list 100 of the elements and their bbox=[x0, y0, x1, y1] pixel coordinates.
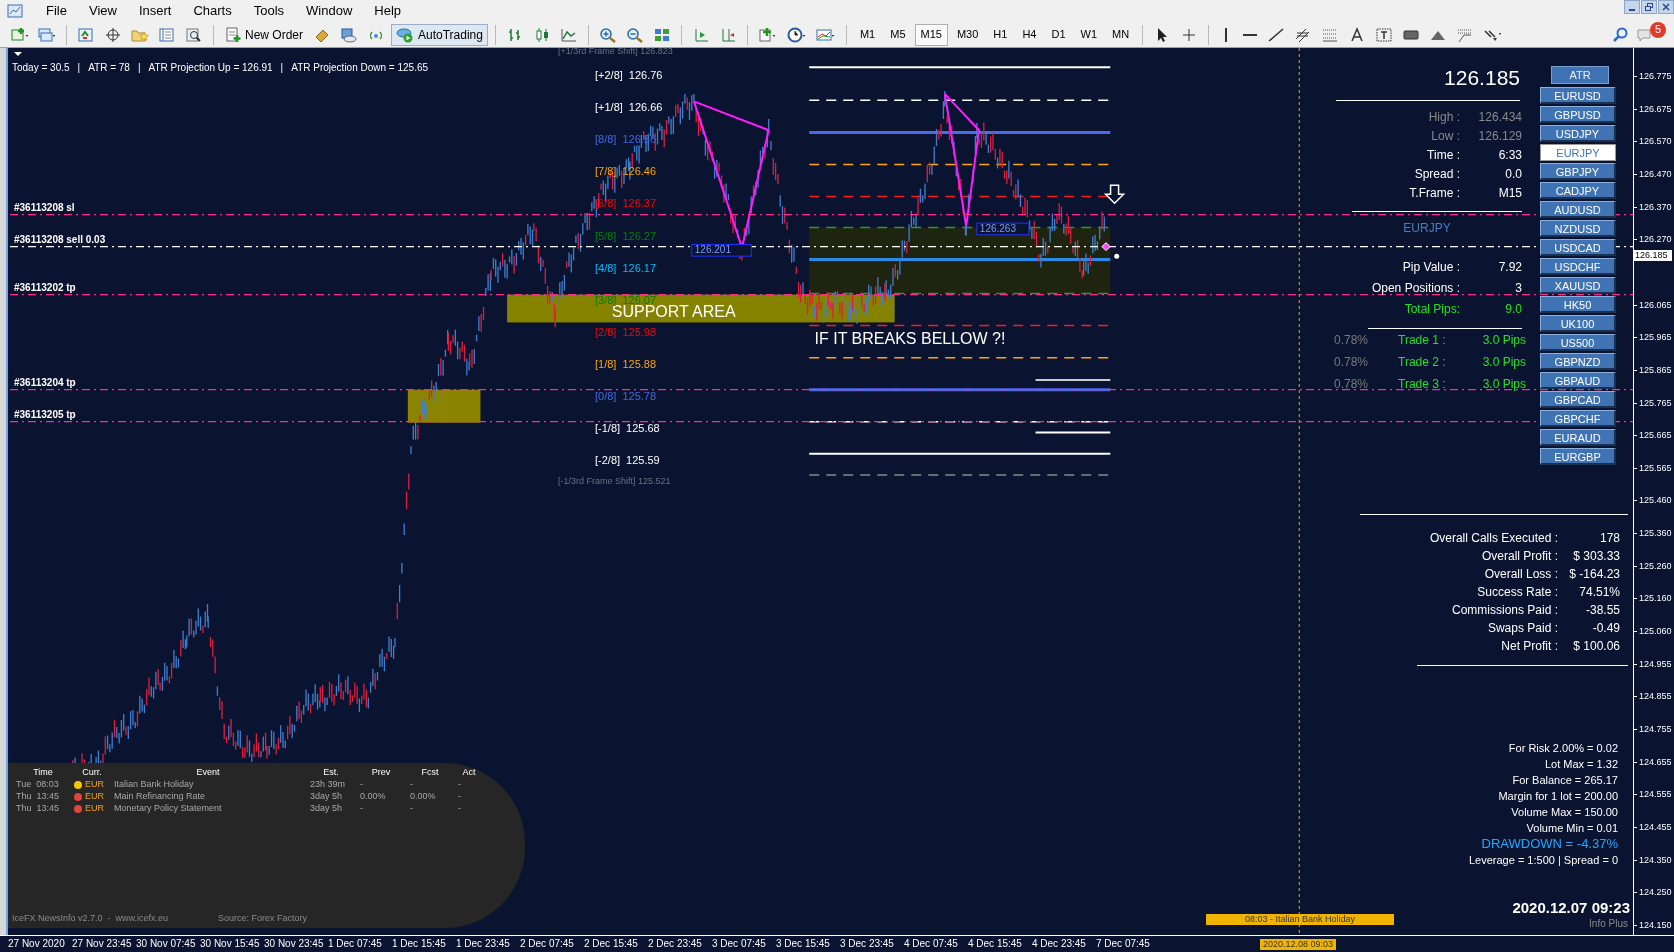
menu-item[interactable]: Window bbox=[295, 1, 364, 21]
atr-button[interactable]: ATR bbox=[1551, 66, 1609, 84]
minimize-button[interactable] bbox=[1624, 0, 1640, 14]
price-tag: 126.201 bbox=[691, 244, 752, 257]
menu-item[interactable]: Help bbox=[363, 1, 413, 21]
price-axis-label: 124.555 bbox=[1639, 789, 1672, 800]
timeframe-button[interactable]: M5 bbox=[884, 23, 912, 46]
market-watch-icon bbox=[77, 26, 95, 43]
news-value: - bbox=[359, 802, 364, 815]
order-label: #36113208 sl bbox=[14, 201, 75, 213]
symbol-button[interactable]: NZDUSD bbox=[1540, 220, 1616, 237]
time-axis-label: 1 Dec 15:45 bbox=[392, 937, 447, 951]
symbol-button[interactable]: XAUUSD bbox=[1540, 277, 1616, 294]
stat-value: 178 bbox=[1598, 530, 1620, 547]
chat-bubble-icon bbox=[1636, 27, 1652, 42]
new-order-button[interactable]: New Order bbox=[221, 23, 307, 46]
autotrading-button[interactable]: AutoTrading bbox=[391, 23, 488, 46]
time-axis-label: 1 Dec 23:45 bbox=[456, 937, 511, 951]
menu-item[interactable]: View bbox=[77, 1, 128, 21]
timeframe-button[interactable]: M15 bbox=[914, 23, 948, 46]
menu-item[interactable]: Tools bbox=[242, 1, 296, 21]
symbol-button[interactable]: USDCHF bbox=[1540, 258, 1616, 275]
symbol-button[interactable]: GBPCHF bbox=[1540, 410, 1616, 427]
price-axis-label: 125.865 bbox=[1639, 364, 1672, 375]
symbol-button[interactable]: EURUSD bbox=[1540, 87, 1616, 104]
timeframe-button[interactable]: W1 bbox=[1074, 23, 1103, 46]
menu-item[interactable]: Charts bbox=[182, 1, 243, 21]
timeframe-button[interactable]: H1 bbox=[987, 23, 1014, 46]
timeframe-button[interactable]: D1 bbox=[1045, 23, 1072, 46]
symbol-button[interactable]: USDCAD bbox=[1540, 239, 1616, 256]
restore-icon bbox=[1645, 3, 1653, 11]
symbol-button[interactable]: US500 bbox=[1540, 334, 1616, 351]
symbol-button[interactable]: GBPNZD bbox=[1540, 353, 1616, 370]
menu-item[interactable]: File bbox=[35, 1, 78, 21]
symbol-button[interactable]: GBPJPY bbox=[1540, 163, 1616, 180]
price-tag: 126.263 bbox=[976, 222, 1030, 236]
risk-reading: For Balance = 265.17 bbox=[1512, 773, 1618, 788]
price-axis-label: 126.775 bbox=[1639, 71, 1672, 81]
price-axis-label: 126.470 bbox=[1639, 168, 1672, 179]
event-bar: 08:03 - Italian Bank Holiday bbox=[1206, 914, 1394, 925]
time-axis-label: 27 Nov 2020 bbox=[8, 937, 66, 951]
symbol-button[interactable]: AUDUSD bbox=[1540, 201, 1616, 218]
trade-percent: 0.78% bbox=[1333, 376, 1370, 393]
murrey-level-label: [4/8] 126.17 bbox=[595, 261, 657, 274]
symbol-button[interactable]: EURGBP bbox=[1540, 448, 1616, 465]
stat-value: -0.49 bbox=[1591, 620, 1620, 637]
symbol-button[interactable]: EURAUD bbox=[1540, 429, 1616, 446]
field-value: 0.0 bbox=[1504, 165, 1522, 183]
symbol-button[interactable]: CADJPY bbox=[1540, 182, 1616, 199]
symbol-button[interactable]: GBPCAD bbox=[1540, 391, 1616, 408]
indicator-reading: Today = 30.5 bbox=[12, 61, 70, 75]
field-label: Low : bbox=[1430, 127, 1460, 145]
timeframe-button[interactable]: M30 bbox=[950, 23, 985, 46]
close-button[interactable] bbox=[1658, 0, 1674, 14]
news-value: - bbox=[457, 790, 462, 803]
stat-value: 74.51% bbox=[1578, 584, 1620, 601]
templates-icon bbox=[815, 26, 836, 43]
trade-label: Trade 2 : bbox=[1397, 354, 1447, 371]
timeframe-button[interactable]: H4 bbox=[1016, 23, 1043, 46]
frame-shift-label: [+1/3rd Frame Shift] 126.823 bbox=[558, 48, 673, 56]
price-axis-label: 125.460 bbox=[1639, 495, 1672, 506]
price-axis-label: 126.270 bbox=[1639, 234, 1672, 245]
column-header: Prev bbox=[370, 766, 392, 779]
news-time: Thu 13:45 bbox=[15, 790, 61, 803]
line-chart-icon bbox=[559, 26, 578, 43]
timeframe-button[interactable]: MN bbox=[1106, 23, 1136, 46]
price-axis-label: 125.565 bbox=[1639, 462, 1672, 473]
trade-pips: 3.0 Pips bbox=[1481, 376, 1526, 393]
risk-reading: Leverage = 1:500 | Spread = 0 bbox=[1468, 853, 1618, 868]
order-label: #36113202 tp bbox=[14, 281, 76, 293]
time-axis-label: 3 Dec 23:45 bbox=[840, 937, 895, 951]
price-axis-label: 124.955 bbox=[1639, 658, 1672, 669]
app-icon bbox=[7, 4, 23, 18]
symbol-button[interactable]: HK50 bbox=[1540, 296, 1616, 313]
symbol-button[interactable]: GBPAUD bbox=[1540, 372, 1616, 389]
drawdown-reading: DRAWDOWN = -4.37% bbox=[1481, 836, 1618, 852]
add-chart-icon bbox=[11, 26, 29, 43]
symbol-button[interactable]: GBPUSD bbox=[1540, 106, 1616, 123]
news-value: 0.00% bbox=[359, 790, 387, 803]
news-value: - bbox=[457, 802, 462, 815]
news-value: 0.00% bbox=[409, 790, 437, 803]
price-axis-label: 126.675 bbox=[1639, 103, 1672, 114]
timeframe-button[interactable]: M1 bbox=[853, 23, 882, 46]
text-label-icon bbox=[1375, 26, 1394, 43]
separator: | bbox=[280, 61, 284, 75]
symbol-button[interactable]: UK100 bbox=[1540, 315, 1616, 332]
field-value: 7.92 bbox=[1497, 258, 1522, 276]
price-axis-label: 125.665 bbox=[1639, 430, 1672, 441]
close-icon bbox=[1662, 3, 1670, 11]
time-axis-label: 1 Dec 07:45 bbox=[328, 937, 383, 951]
document-plus-icon bbox=[225, 26, 241, 43]
time-axis-label: 2 Dec 15:45 bbox=[584, 937, 639, 951]
collapse-triangle-icon bbox=[14, 52, 22, 56]
restore-button[interactable] bbox=[1641, 0, 1657, 14]
menu-item[interactable]: Insert bbox=[127, 1, 183, 21]
chat-button[interactable]: 5 bbox=[1636, 23, 1666, 46]
time-axis-label: 30 Nov 23:45 bbox=[264, 937, 325, 951]
symbol-button[interactable]: EURJPY bbox=[1540, 144, 1616, 161]
symbol-button[interactable]: USDJPY bbox=[1540, 125, 1616, 142]
murrey-level-label: [-1/8] 125.68 bbox=[595, 422, 660, 435]
